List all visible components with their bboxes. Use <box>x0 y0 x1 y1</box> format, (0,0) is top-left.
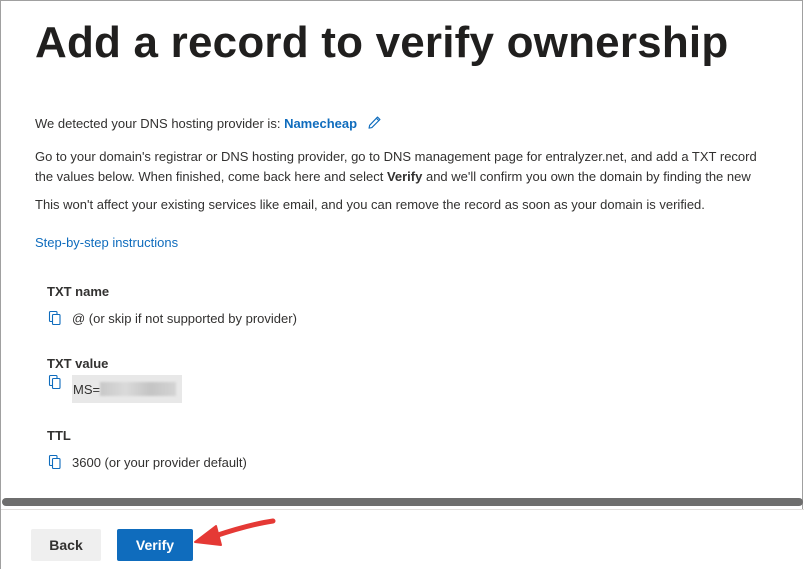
back-button[interactable]: Back <box>31 529 101 561</box>
instructions-text-1: Go to your domain's registrar or DNS hos… <box>35 149 757 164</box>
horizontal-scrollbar[interactable] <box>2 498 803 506</box>
ttl-label: TTL <box>47 428 71 443</box>
instructions-line-1: Go to your domain's registrar or DNS hos… <box>35 147 757 166</box>
instructions-line-2: the values below. When finished, come ba… <box>35 167 751 186</box>
pencil-icon[interactable] <box>367 115 382 130</box>
copy-icon[interactable] <box>47 454 63 470</box>
instructions-text-2a: the values below. When finished, come ba… <box>35 169 387 184</box>
red-arrow-annotation <box>194 518 276 546</box>
copy-icon[interactable] <box>47 374 63 390</box>
ttl-row: 3600 (or your provider default) <box>47 454 247 470</box>
txt-name-row: @ (or skip if not supported by provider) <box>47 310 297 326</box>
redacted-value <box>100 382 177 396</box>
txt-value-row: MS= <box>47 374 183 403</box>
copy-icon[interactable] <box>47 310 63 326</box>
ttl-value: 3600 (or your provider default) <box>72 454 247 470</box>
instructions-text-2b: and we'll confirm you own the domain by … <box>422 169 751 184</box>
instructions-verify-emphasis: Verify <box>386 169 423 184</box>
page-title: Add a record to verify ownership <box>35 18 729 67</box>
txt-value-label: TXT value <box>47 356 109 371</box>
txt-value-field: MS= <box>72 375 183 403</box>
dns-provider-prefix: We detected your DNS hosting provider is… <box>35 116 281 131</box>
txt-name-label: TXT name <box>47 284 110 299</box>
txt-value-prefix: MS= <box>73 382 101 397</box>
note-text: This won't affect your existing services… <box>35 197 705 212</box>
content-scroll-area: Add a record to verify ownership We dete… <box>1 1 804 496</box>
txt-name-value: @ (or skip if not supported by provider) <box>72 310 297 326</box>
dns-provider-name: Namecheap <box>284 116 358 131</box>
dns-provider-line: We detected your DNS hosting provider is… <box>35 114 382 133</box>
footer-bar: Back Verify <box>1 509 804 569</box>
verify-button[interactable]: Verify <box>117 529 193 561</box>
step-by-step-link[interactable]: Step-by-step instructions <box>35 235 178 250</box>
